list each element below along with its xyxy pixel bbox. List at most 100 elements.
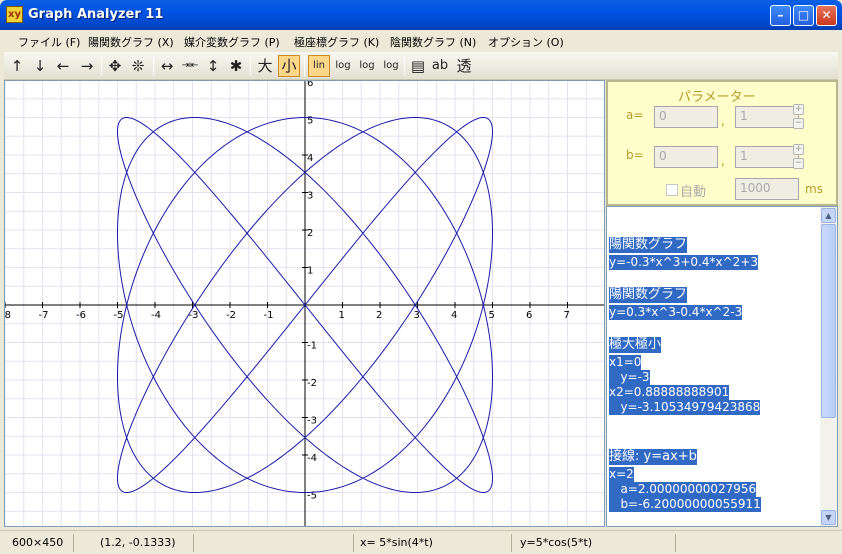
shrink-vertical-icon[interactable]: ✱ [225,55,247,77]
param-a-min-input[interactable]: 0 [654,106,718,128]
output-panel[interactable]: 陽関数グラフ y=-0.3*x^3+0.4*x^2+3 陽関数グラフ y=0.3*x^… [606,206,838,527]
output-line[interactable]: x2=0.88888888901 [609,385,730,400]
graph-plot[interactable]: -8-7-6-5-4-3-2-11234567654321-1-2-3-4-5 [5,81,604,526]
status-canvas-size: 600×450 [8,534,74,552]
x-tick-label: -7 [39,310,49,321]
x-tick-label: 5 [489,310,495,321]
y-tick-label: 4 [307,153,313,164]
x-tick-label: -8 [5,310,11,321]
param-b-min-input[interactable]: 0 [654,146,718,168]
output-line[interactable]: y=-3.10534979423868 [609,400,761,415]
status-y-formula: y=5*cos(5*t) [516,534,676,552]
x-tick-label: 4 [451,310,457,321]
notes-icon[interactable]: ▤ [407,55,429,77]
interval-unit-label: ms [805,182,823,196]
output-line[interactable]: y=0.3*x^3-0.4*x^2-3 [609,305,743,320]
arrow-down-icon[interactable]: ↓ [29,55,51,77]
log-xy-icon[interactable]: log [380,55,402,77]
center-icon[interactable]: ❊ [127,55,149,77]
output-line[interactable]: y=-3 [609,370,650,385]
status-x-formula: x= 5*sin(4*t) [356,534,512,552]
auto-checkbox[interactable] [666,184,678,196]
interval-input[interactable]: 1000 [735,178,799,200]
menu-parametric-graph[interactable]: 媒介変数グラフ (P) [184,34,280,50]
param-b-label: b= [626,148,644,162]
maximize-icon: □ [797,8,810,22]
y-tick-label: -4 [307,453,317,464]
menu-file[interactable]: ファイル (F) [18,34,80,50]
zoom-small-icon[interactable]: 小 [278,55,300,77]
param-a-label: a= [626,108,644,122]
output-line[interactable]: x1=0 [609,355,642,370]
status-spacer [196,534,354,552]
arrow-left-icon[interactable]: ← [52,55,74,77]
scroll-down-button[interactable]: ▼ [821,510,836,525]
param-a-decrement-button[interactable]: − [793,118,804,129]
output-line[interactable]: x=2 [609,467,634,482]
status-bar: 600×450 (1.2, -0.1333) x= 5*sin(4*t) y=5… [0,530,842,554]
output-line[interactable]: b=-6.20000000055911 [609,497,761,512]
param-a-increment-button[interactable]: + [793,104,804,115]
y-tick-label: -2 [307,378,317,389]
close-icon: ✕ [821,8,832,22]
output-line[interactable]: 陽関数グラフ [609,287,688,303]
output-line[interactable]: 陽関数グラフ [609,237,688,253]
arrow-up-icon[interactable]: ↑ [6,55,28,77]
y-tick-label: -1 [307,341,317,352]
toolbar-separator [250,56,251,76]
menu-options[interactable]: オプション (O) [488,34,564,50]
linear-scale-icon[interactable]: lin [308,55,330,77]
move-icon[interactable]: ✥ [104,55,126,77]
minimize-button[interactable]: – [770,5,791,26]
parameter-panel: パラメーター a= 0 , 1 + − b= 0 , 1 + − 自動 1000… [606,80,838,206]
param-b-increment-button[interactable]: + [793,144,804,155]
title-bar[interactable]: xy Graph Analyzer 11 – □ ✕ [0,0,842,30]
graph-canvas[interactable]: -8-7-6-5-4-3-2-11234567654321-1-2-3-4-5 [4,80,605,527]
x-tick-label: 6 [526,310,532,321]
minimize-icon: – [777,8,784,22]
param-b-decrement-button[interactable]: − [793,158,804,169]
scroll-up-button[interactable]: ▲ [821,208,836,223]
window-title: Graph Analyzer 11 [28,7,164,22]
x-tick-label: -2 [226,310,236,321]
close-button[interactable]: ✕ [816,5,837,26]
menu-explicit-graph[interactable]: 陽関数グラフ (X) [88,34,174,50]
arrow-right-icon[interactable]: → [76,55,98,77]
param-b-separator: , [721,154,725,168]
maximize-button[interactable]: □ [793,5,814,26]
auto-label: 自動 [680,185,707,200]
label-icon[interactable]: ab [429,55,451,77]
y-tick-label: -3 [307,416,317,427]
x-tick-label: -4 [151,310,161,321]
log-y-icon[interactable]: log [356,55,378,77]
output-line[interactable]: a=2.00000000027956 [609,482,757,497]
x-tick-label: 2 [376,310,382,321]
zoom-large-icon[interactable]: 大 [254,55,276,77]
x-tick-label: 1 [339,310,345,321]
log-x-icon[interactable]: log [332,55,354,77]
toolbar: ↑ ↓ ← → ✥ ❊ ↔ ⇥⇤ ↕ ✱ 大 小 lin log log log… [4,52,838,80]
app-logo-icon: xy [6,6,23,23]
scroll-thumb[interactable] [821,224,836,418]
menu-implicit-graph[interactable]: 陰関数グラフ (N) [390,34,476,50]
status-cursor-position: (1.2, -0.1333) [96,534,194,552]
param-b-max-input[interactable]: 1 [735,146,799,168]
transparent-icon[interactable]: 透 [453,55,475,77]
toolbar-separator [153,56,154,76]
param-a-max-input[interactable]: 1 [735,106,799,128]
x-tick-label: -1 [264,310,274,321]
menu-polar-graph[interactable]: 極座標グラフ (K) [294,34,379,50]
y-tick-label: 6 [307,81,313,89]
output-scrollbar[interactable]: ▲ ▼ [820,207,837,526]
parameter-title: パラメーター [678,90,756,105]
toolbar-separator [404,56,405,76]
shrink-horizontal-icon[interactable]: ⇥⇤ [179,55,201,77]
stretch-horizontal-icon[interactable]: ↔ [156,55,178,77]
output-line[interactable]: 極大極小 [609,337,662,353]
status-empty [678,534,828,552]
menu-bar: ファイル (F) 陽関数グラフ (X) 媒介変数グラフ (P) 極座標グラフ (… [4,30,838,52]
output-line[interactable]: y=-0.3*x^3+0.4*x^2+3 [609,255,758,270]
stretch-vertical-icon[interactable]: ↕ [202,55,224,77]
output-line[interactable]: 接線: y=ax+b [609,449,697,465]
x-tick-label: -5 [114,310,124,321]
